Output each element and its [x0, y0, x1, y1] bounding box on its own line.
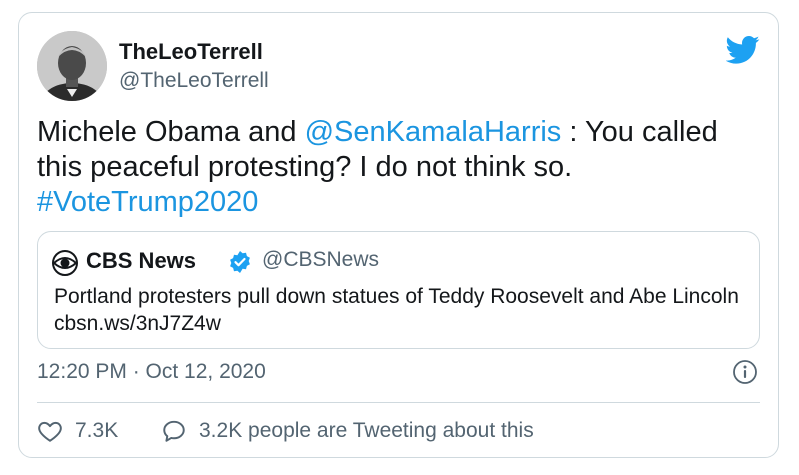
- quoted-tweet[interactable]: CBS News @CBSNews Portland protesters pu…: [37, 231, 760, 349]
- display-name[interactable]: TheLeoTerrell: [119, 39, 263, 65]
- heart-icon: [38, 421, 62, 442]
- quoted-text: Portland protesters pull down statues of…: [54, 285, 739, 335]
- verified-badge-icon: [230, 251, 250, 273]
- conversation-button[interactable]: 3.2K people are Tweeting about this: [161, 417, 534, 445]
- quoted-handle[interactable]: @CBSNews: [262, 248, 379, 272]
- twitter-bird-icon[interactable]: [726, 35, 760, 65]
- avatar-image: [37, 31, 107, 101]
- mention-link[interactable]: @SenKamalaHarris: [305, 116, 562, 148]
- timestamp[interactable]: 12:20 PM · Oct 12, 2020: [37, 360, 266, 384]
- quoted-display-name[interactable]: CBS News: [86, 248, 196, 274]
- like-count: 7.3K: [75, 419, 119, 442]
- user-handle[interactable]: @TheLeoTerrell: [119, 69, 269, 93]
- avatar[interactable]: [37, 31, 107, 101]
- tweet-text: Michele Obama and @SenKamalaHarris : You…: [37, 115, 757, 220]
- cbs-eye-logo-icon: [52, 250, 78, 276]
- speech-bubble-icon: [163, 420, 185, 442]
- info-icon[interactable]: [732, 359, 758, 385]
- conversation-text: 3.2K people are Tweeting about this: [199, 419, 534, 442]
- like-button[interactable]: 7.3K: [37, 417, 118, 445]
- tweet-text-part1: Michele Obama and: [37, 116, 305, 148]
- divider: [37, 402, 760, 403]
- tweet-card[interactable]: TheLeoTerrell @TheLeoTerrell Michele Oba…: [18, 12, 779, 458]
- hashtag-link[interactable]: #VoteTrump2020: [37, 186, 258, 218]
